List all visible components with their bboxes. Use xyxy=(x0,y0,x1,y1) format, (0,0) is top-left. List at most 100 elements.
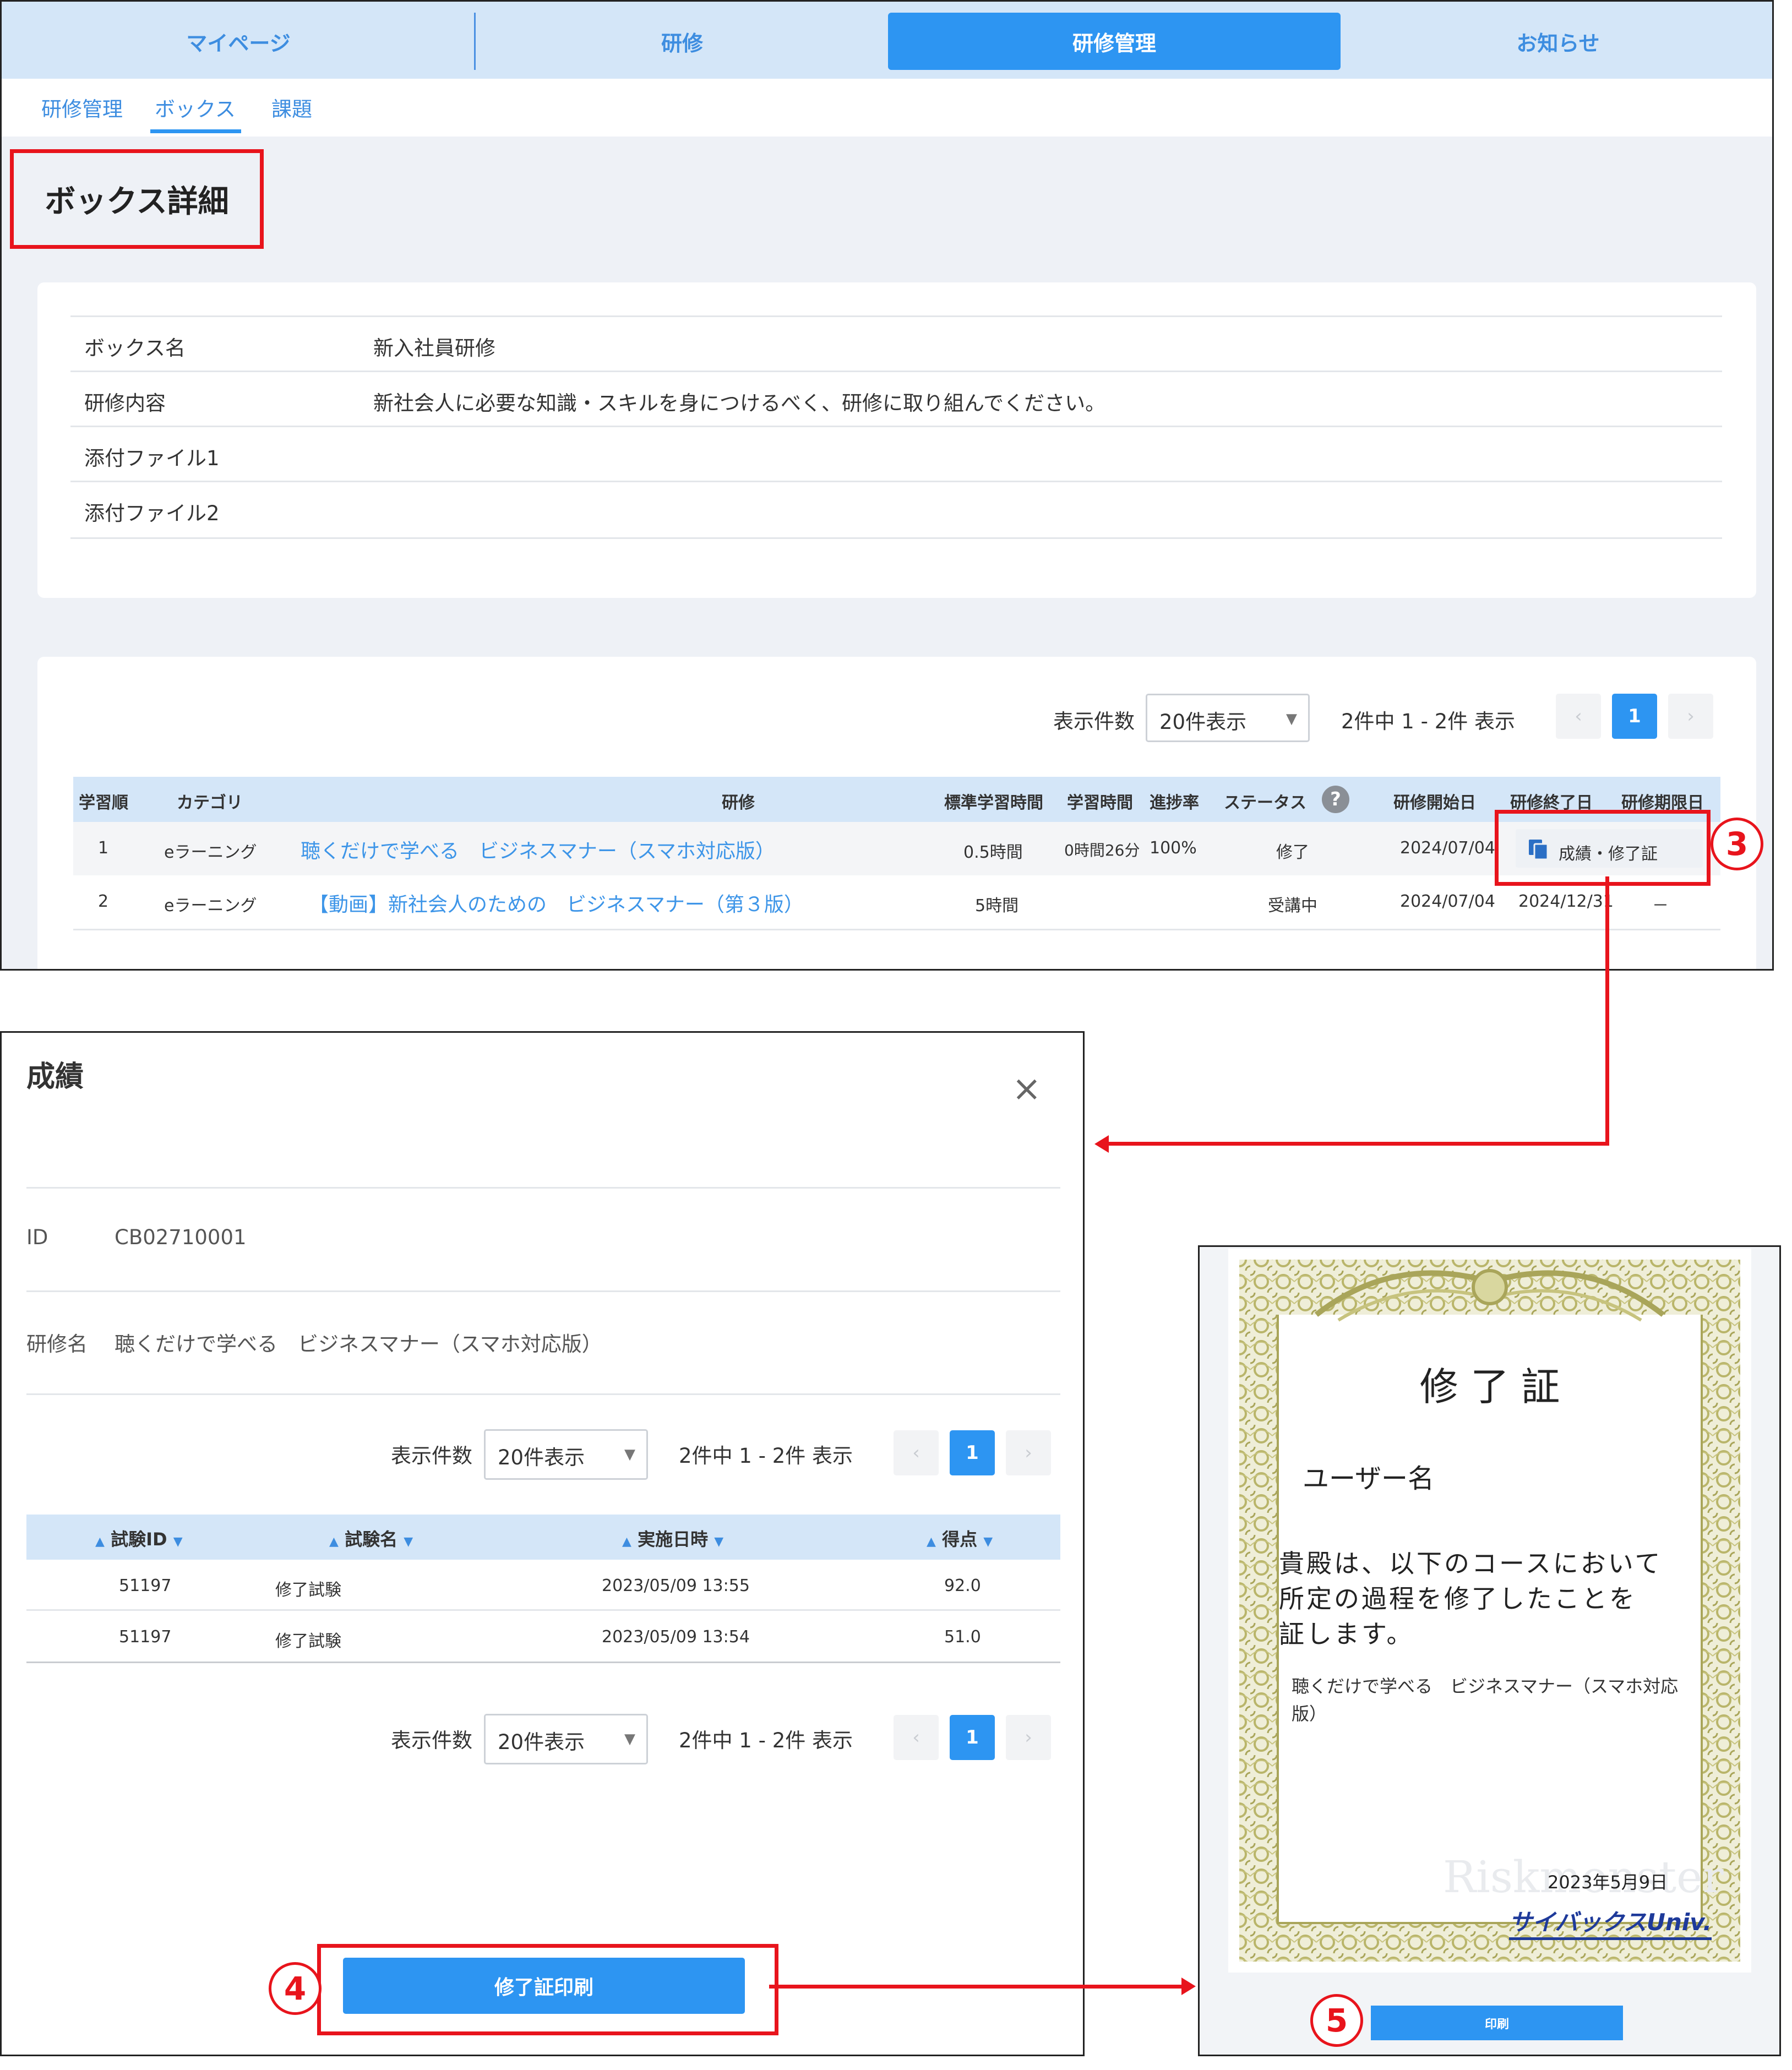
detail-value: 新入社員研修 xyxy=(373,336,495,360)
chevron-down-icon: ▼ xyxy=(1286,711,1297,727)
col-exam-date[interactable]: ▲ 実施日時 ▼ xyxy=(622,1526,723,1551)
next-page-button[interactable]: › xyxy=(1006,1430,1051,1475)
sort-desc-icon[interactable]: ▼ xyxy=(173,1535,183,1549)
col-exam-date-label: 実施日時 xyxy=(638,1529,709,1550)
sort-desc-icon[interactable]: ▼ xyxy=(404,1535,413,1549)
course-value: 聴くだけで学べる ビジネスマナー（スマホ対応版） xyxy=(115,1332,602,1356)
row-status: 受講中 xyxy=(1268,896,1317,916)
row-training-link[interactable]: 聴くだけで学べる ビジネスマナー（スマホ対応版） xyxy=(301,835,775,864)
page-1-button[interactable]: 1 xyxy=(950,1430,995,1475)
col-exam-name[interactable]: ▲ 試験名 ▼ xyxy=(329,1526,413,1551)
certificate-date: 2023年5月9日 xyxy=(1548,1872,1668,1893)
per-page-label: 表示件数 xyxy=(1053,710,1135,733)
subnav-box[interactable]: ボックス xyxy=(155,92,236,122)
connector-line xyxy=(1605,876,1609,1145)
table-row: 1 eラーニング 聴くだけで学べる ビジネスマナー（スマホ対応版） 0.5時間 … xyxy=(73,822,1720,877)
col-order: 学習順 xyxy=(79,793,128,813)
result-count: 2件中 1 - 2件 表示 xyxy=(1341,710,1516,733)
sort-asc-icon[interactable]: ▲ xyxy=(622,1535,631,1549)
certificate-title: 修 了 証 xyxy=(1419,1364,1560,1409)
certificate-course-line: 聴くだけで学べる ビジネスマナー（スマホ対応 xyxy=(1292,1676,1679,1697)
col-status: ステータス xyxy=(1224,793,1306,813)
row-deadline: － xyxy=(1652,896,1669,916)
row-standard-time: 5時間 xyxy=(975,896,1019,916)
exam-date: 2023/05/09 13:54 xyxy=(602,1627,750,1647)
prev-page-button[interactable]: ‹ xyxy=(894,1430,939,1475)
exam-id: 51197 xyxy=(119,1576,172,1595)
row-order: 1 xyxy=(98,838,109,858)
table-row: 51197 修了試験 2023/05/09 13:54 51.0 xyxy=(26,1611,1060,1663)
certificate-body-line: 証します。 xyxy=(1279,1619,1414,1649)
per-page-select[interactable]: 20件表示 ▼ xyxy=(484,1714,648,1764)
row-training-link[interactable]: 【動画】新社会人のための ビジネスマナー（第３版） xyxy=(309,889,804,917)
nav-notices[interactable]: お知らせ xyxy=(1341,13,1772,70)
sort-asc-icon[interactable]: ▲ xyxy=(927,1535,936,1549)
row-status: 修了 xyxy=(1276,843,1309,862)
exam-date: 2023/05/09 13:55 xyxy=(602,1576,750,1595)
print-button[interactable]: 印刷 xyxy=(1371,2006,1623,2040)
help-icon[interactable]: ? xyxy=(1322,786,1349,813)
row-end-date: 2024/12/31 xyxy=(1518,892,1614,911)
next-page-button[interactable]: › xyxy=(1006,1715,1051,1760)
grades-modal: 成績 × ID CB02710001 研修名 聴くだけで学べる ビジネスマナー（… xyxy=(0,1031,1085,2056)
detail-key: 添付ファイル2 xyxy=(84,502,220,525)
col-training: 研修 xyxy=(722,793,755,813)
result-count: 2件中 1 - 2件 表示 xyxy=(679,1444,853,1468)
sort-desc-icon[interactable]: ▼ xyxy=(983,1535,993,1549)
detail-key: ボックス名 xyxy=(84,336,186,360)
callout-highlight xyxy=(1495,810,1711,886)
nav-mypage[interactable]: マイページ xyxy=(2,13,475,70)
close-icon[interactable]: × xyxy=(1012,1071,1042,1107)
row-category: eラーニング xyxy=(164,896,257,916)
detail-row-attachment-2: 添付ファイル2 xyxy=(70,481,1722,539)
exam-score: 51.0 xyxy=(944,1627,981,1647)
per-page-select[interactable]: 20件表示 ▼ xyxy=(1146,694,1310,742)
row-order: 2 xyxy=(98,892,109,911)
exam-table-header: ▲ 試験ID ▼ ▲ 試験名 ▼ ▲ 実施日時 ▼ ▲ 得点 ▼ xyxy=(26,1515,1060,1560)
page-title: ボックス詳細 xyxy=(10,149,264,249)
row-category: eラーニング xyxy=(164,843,257,862)
per-page-select[interactable]: 20件表示 ▼ xyxy=(484,1429,648,1480)
next-page-button[interactable]: › xyxy=(1668,694,1713,739)
active-tab-underline xyxy=(150,129,241,133)
certificate-document: 修 了 証 ユーザー名 貴殿は、以下のコースにおいて 所定の過程を修了したことを… xyxy=(1228,1249,1751,1973)
univ-logo: サイバックスUniv. xyxy=(1509,1904,1712,1940)
per-page-value: 20件表示 xyxy=(498,1446,585,1469)
detail-row-content: 研修内容 新社会人に必要な知識・スキルを身につけるべく、研修に取り組んでください… xyxy=(70,371,1722,427)
col-exam-name-label: 試験名 xyxy=(345,1529,398,1550)
table-row: 2 eラーニング 【動画】新社会人のための ビジネスマナー（第３版） 5時間 受… xyxy=(73,875,1720,930)
subnav-training-management[interactable]: 研修管理 xyxy=(41,92,123,122)
sort-asc-icon[interactable]: ▲ xyxy=(329,1535,339,1549)
chevron-down-icon: ▼ xyxy=(624,1446,635,1463)
exam-score: 92.0 xyxy=(944,1576,981,1595)
chevron-right-icon: › xyxy=(1025,1726,1032,1748)
page-1-button[interactable]: 1 xyxy=(950,1715,995,1760)
row-study-time: 0時間26分 xyxy=(1064,841,1140,859)
nav-training[interactable]: 研修 xyxy=(476,13,888,70)
row-standard-time: 0.5時間 xyxy=(963,843,1023,862)
nav-training-management[interactable]: 研修管理 xyxy=(888,13,1341,70)
detail-key: 研修内容 xyxy=(84,391,166,415)
nav-separator xyxy=(474,13,476,70)
sort-asc-icon[interactable]: ▲ xyxy=(95,1535,105,1549)
subnav-assignments[interactable]: 課題 xyxy=(271,92,312,122)
per-page-label: 表示件数 xyxy=(391,1444,472,1468)
col-score[interactable]: ▲ 得点 ▼ xyxy=(927,1526,993,1551)
top-nav: マイページ 研修 研修管理 お知らせ xyxy=(2,2,1772,79)
col-study-time: 学習時間 xyxy=(1067,793,1133,813)
print-certificate-button[interactable]: 修了証印刷 xyxy=(343,1958,745,2014)
chevron-left-icon: ‹ xyxy=(1575,705,1582,727)
col-exam-id[interactable]: ▲ 試験ID ▼ xyxy=(95,1526,183,1551)
exam-name: 修了試験 xyxy=(275,1632,341,1651)
page-1-button[interactable]: 1 xyxy=(1612,694,1657,739)
prev-page-button[interactable]: ‹ xyxy=(894,1715,939,1760)
arrow-right-icon xyxy=(1181,1978,1196,1995)
row-start-date: 2024/07/04 xyxy=(1400,892,1495,911)
per-page-label: 表示件数 xyxy=(391,1729,472,1752)
divider xyxy=(26,1187,1060,1189)
sort-desc-icon[interactable]: ▼ xyxy=(714,1535,723,1549)
detail-key: 添付ファイル1 xyxy=(84,446,220,470)
detail-row-attachment-1: 添付ファイル1 xyxy=(70,426,1722,482)
col-exam-id-label: 試験ID xyxy=(111,1529,167,1550)
prev-page-button[interactable]: ‹ xyxy=(1556,694,1601,739)
